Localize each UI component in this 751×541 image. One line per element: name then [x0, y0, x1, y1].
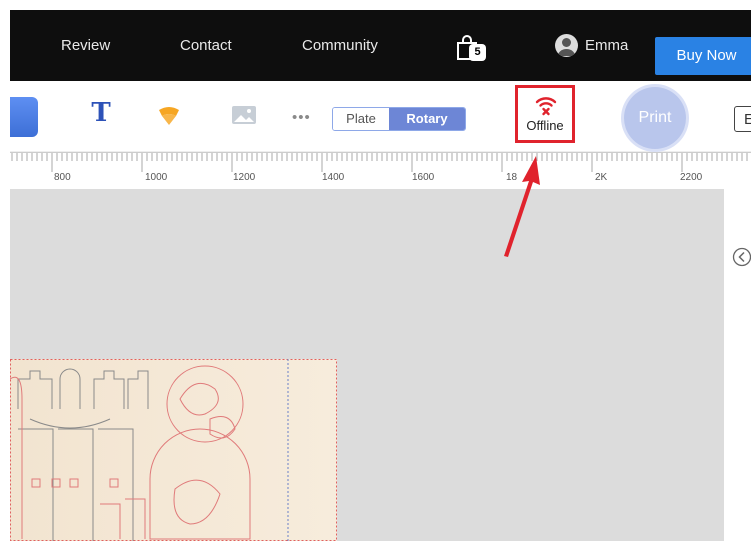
more-tools-icon[interactable]: ••• — [292, 110, 311, 125]
edge-button[interactable]: E — [734, 106, 751, 132]
offline-status-label: Offline — [526, 118, 564, 133]
design-canvas[interactable] — [10, 189, 724, 541]
print-button[interactable]: Print — [624, 87, 686, 149]
mode-plate-tab[interactable]: Plate — [333, 108, 389, 130]
wood-cut-layout[interactable] — [10, 359, 337, 541]
left-tool-button[interactable] — [10, 97, 38, 137]
cart-count-badge: 5 — [469, 44, 486, 61]
ruler-label: 2200 — [680, 172, 703, 183]
device-status-button[interactable]: Offline — [515, 85, 575, 143]
ruler-label: 1600 — [412, 172, 435, 183]
nav-link-review[interactable]: Review — [61, 37, 110, 55]
ruler-label: 1000 — [145, 172, 168, 183]
buy-now-button[interactable]: Buy Now — [655, 37, 751, 75]
nav-link-community[interactable]: Community — [302, 37, 378, 55]
user-avatar-icon[interactable] — [555, 34, 578, 57]
ruler-label: 1400 — [322, 172, 345, 183]
nav-link-contact[interactable]: Contact — [180, 37, 232, 55]
shape-tool-icon[interactable] — [156, 105, 182, 127]
ruler-ticks — [10, 152, 751, 172]
editor-toolbar: T ••• Plate Rotary Offline Print E — [10, 81, 751, 152]
ruler-label: 2K — [595, 172, 608, 183]
wifi-off-icon — [535, 97, 557, 116]
mode-rotary-tab[interactable]: Rotary — [389, 108, 465, 130]
ruler-label: 1200 — [233, 172, 256, 183]
horizontal-ruler: 800 1000 1200 1400 1600 18 2K 2200 — [10, 152, 751, 189]
work-mode-toggle: Plate Rotary — [332, 107, 466, 131]
top-navigation-bar: Review Contact Community 5 Emma Buy Now — [10, 10, 751, 81]
image-tool-icon[interactable] — [231, 104, 257, 126]
text-tool-icon[interactable]: T — [88, 97, 114, 129]
ruler-label: 800 — [54, 172, 71, 183]
collapse-panel-icon[interactable] — [732, 247, 751, 267]
right-side-panel — [724, 189, 751, 541]
annotation-arrow-icon — [504, 156, 540, 257]
user-name[interactable]: Emma — [585, 37, 628, 54]
